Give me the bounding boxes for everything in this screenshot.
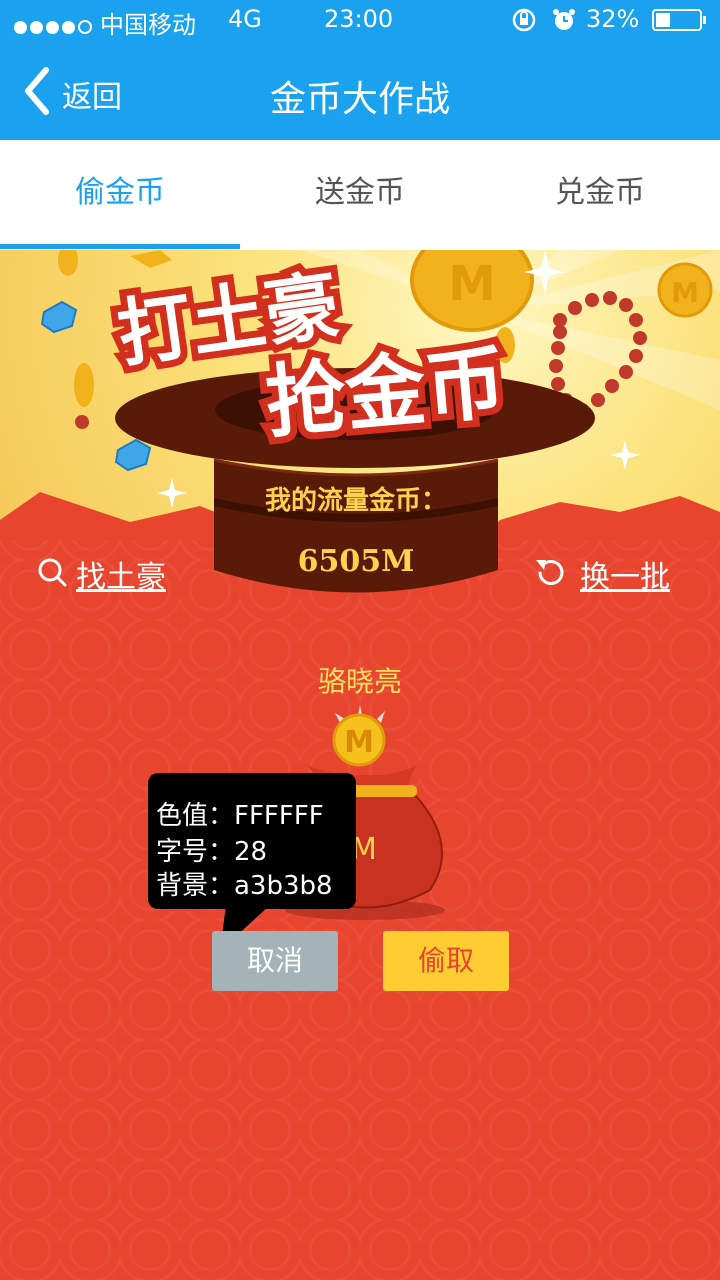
page-title: 金币大作战 [269,79,450,120]
my-coins-value: 6505M [297,544,415,579]
search-icon [36,556,68,592]
network-label: 4G [228,5,262,33]
svg-text:M: M [448,256,496,312]
find-rich-link[interactable]: 找土豪 [36,552,186,595]
carrier-label: 中国移动 [100,11,196,39]
my-coins-label: 我的流量金币： [264,486,447,516]
rotation-lock-icon [510,6,538,40]
refresh-batch-label: 换一批 [580,560,670,595]
steal-button[interactable]: 偷取 [383,931,509,991]
alarm-icon [550,6,578,40]
svg-text:M: M [344,725,374,760]
tab-exchange-coins[interactable]: 兑金币 [480,140,720,246]
status-bar: 中国移动 4G 23:00 32% [0,0,720,40]
active-tab-indicator [0,244,240,249]
tooltip-background-line: 背景：a3b3b8 [156,871,333,901]
battery-icon [652,8,708,38]
refresh-icon [532,556,568,594]
refresh-batch-link[interactable]: 换一批 [532,552,682,595]
tab-bar: 偷金币 送金币 兑金币 [0,140,720,251]
tab-steal-coins[interactable]: 偷金币 [0,140,240,246]
find-rich-label: 找土豪 [76,560,166,595]
target-name: 骆晓亮 [317,665,402,698]
signal-dots-icon [14,12,95,40]
svg-text:M: M [671,276,699,309]
clock: 23:00 [324,5,394,33]
tooltip-size-line: 字号：28 [156,837,268,867]
cancel-button[interactable]: 取消 [212,931,338,991]
my-coins-hat: 我的流量金币： 6505M [210,440,502,610]
battery-label: 32% [586,5,640,33]
tab-give-coins[interactable]: 送金币 [240,140,480,246]
annotation-tooltip: 色值：FFFFFF 字号：28 背景：a3b3b8 [148,773,356,909]
tooltip-color-line: 色值：FFFFFF [156,801,324,831]
